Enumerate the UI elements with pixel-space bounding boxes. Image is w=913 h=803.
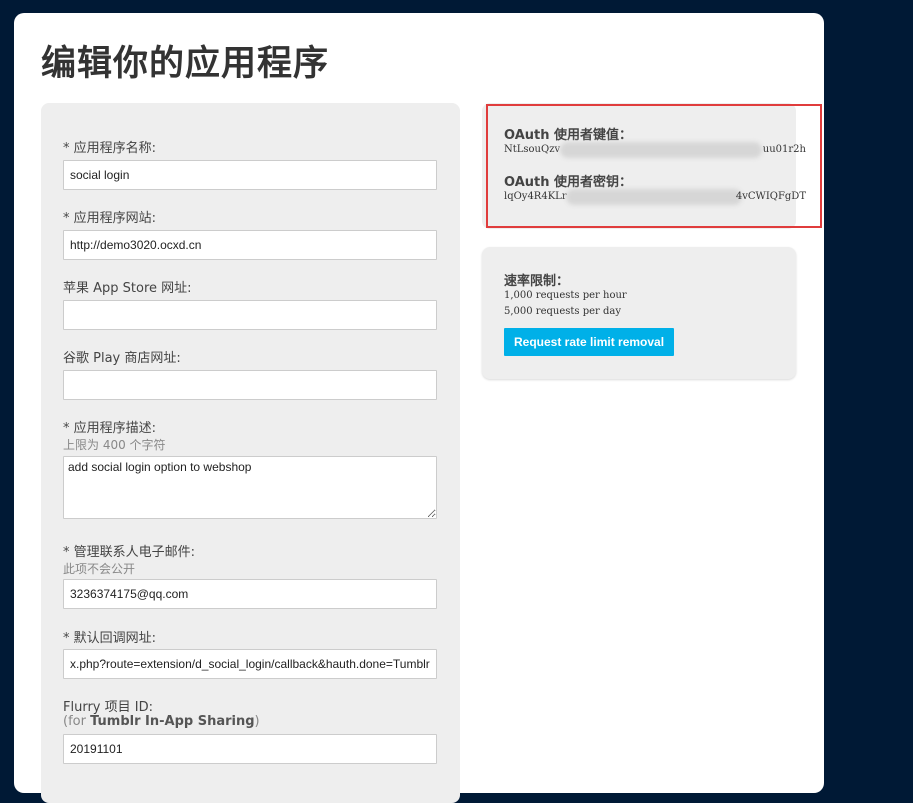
rate-limit-per-hour: 1,000 requests per hour [504, 290, 627, 301]
flurry-id-input[interactable] [63, 734, 437, 764]
rate-limit-per-day: 5,000 requests per day [504, 306, 622, 317]
oauth-highlight-box [486, 104, 822, 228]
flurry-id-hint-prefix: (for [63, 714, 91, 729]
callback-url-label: * 默认回调网址: [63, 631, 157, 646]
callback-url-input[interactable] [63, 649, 437, 679]
rate-limit-panel: 速率限制： 1,000 requests per hour 5,000 requ… [482, 247, 796, 379]
app-description-hint: 上限为 400 个字符 [63, 438, 166, 452]
app-description-label: * 应用程序描述: [63, 421, 157, 436]
flurry-id-label: Flurry 项目 ID: [63, 700, 153, 715]
google-play-url-label: 谷歌 Play 商店网址: [63, 351, 181, 366]
flurry-id-hint: (for Tumblr In-App Sharing) [63, 714, 260, 729]
flurry-id-hint-suffix: ) [254, 714, 260, 729]
admin-email-input[interactable] [63, 579, 437, 609]
apple-store-url-input[interactable] [63, 300, 437, 330]
admin-email-label: * 管理联系人电子邮件: [63, 545, 196, 560]
request-rate-limit-removal-button[interactable]: Request rate limit removal [504, 328, 675, 356]
app-edit-card: 编辑你的应用程序 * 应用程序名称: * 应用程序网站: 苹果 App Stor… [14, 13, 824, 803]
admin-email-hint: 此项不会公开 [63, 562, 136, 576]
flurry-id-hint-bold: Tumblr In-App Sharing [90, 714, 255, 729]
google-play-url-input[interactable] [63, 370, 437, 400]
app-website-label: * 应用程序网站: [63, 211, 157, 226]
app-form-panel: * 应用程序名称: * 应用程序网站: 苹果 App Store 网址: 谷歌 … [41, 103, 460, 803]
page-title: 编辑你的应用程序 [41, 44, 330, 84]
app-name-input[interactable] [63, 160, 437, 190]
app-website-input[interactable] [63, 230, 437, 260]
apple-store-url-label: 苹果 App Store 网址: [63, 281, 192, 296]
app-name-label: * 应用程序名称: [63, 141, 157, 156]
rate-limit-title: 速率限制： [504, 274, 570, 289]
app-description-textarea[interactable]: add social login option to webshop [63, 456, 437, 519]
